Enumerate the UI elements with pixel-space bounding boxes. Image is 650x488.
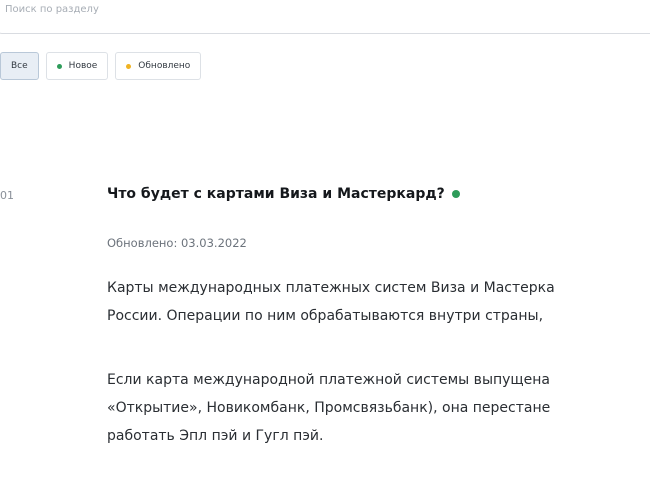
faq-title[interactable]: Что будет с картами Виза и Мастеркард?	[107, 186, 445, 202]
answer-line: работать Эпл пэй и Гугл пэй.	[107, 428, 324, 444]
faq-number: 01	[0, 189, 14, 202]
filter-chips: Все Новое Обновлено	[0, 52, 202, 80]
filter-new-label: Новое	[68, 61, 98, 71]
green-dot-icon	[56, 63, 62, 69]
faq-answer-paragraph: Карты международных платежных систем Виз…	[107, 274, 650, 330]
filter-all-label: Все	[11, 61, 28, 71]
faq-updated-date: Обновлено: 03.03.2022	[107, 236, 247, 250]
new-status-dot-icon	[451, 190, 460, 198]
answer-line: «Открытие», Новикомбанк, Промсвязьбанк),…	[107, 400, 551, 416]
filter-new-button[interactable]: Новое	[45, 52, 109, 80]
filter-all-button[interactable]: Все	[0, 52, 39, 80]
answer-line: России. Операции по ним обрабатываются в…	[107, 308, 544, 324]
faq-title-row[interactable]: Что будет с картами Виза и Мастеркард?	[107, 186, 460, 202]
faq-page: Все Новое Обновлено 01 Что будет с карта…	[0, 0, 650, 488]
search-input[interactable]	[5, 4, 605, 15]
answer-line: Если карта международной платежной систе…	[107, 372, 550, 388]
search-box	[0, 0, 650, 34]
answer-line: Карты международных платежных систем Виз…	[107, 280, 555, 296]
faq-answer-paragraph: Если карта международной платежной систе…	[107, 366, 650, 450]
filter-updated-label: Обновлено	[138, 61, 191, 71]
filter-updated-button[interactable]: Обновлено	[115, 52, 202, 80]
yellow-dot-icon	[126, 63, 132, 69]
